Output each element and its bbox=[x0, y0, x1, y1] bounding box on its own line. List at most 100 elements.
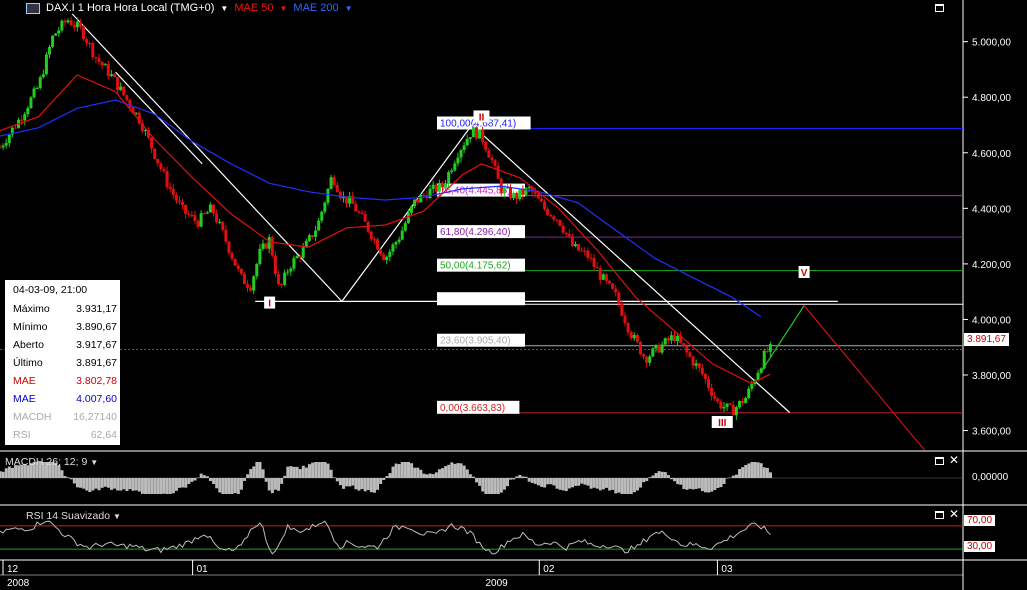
candle-body bbox=[416, 199, 420, 203]
year-label: 2008 bbox=[7, 578, 30, 589]
candle-body bbox=[589, 257, 593, 259]
wave-label: II bbox=[473, 110, 490, 123]
macd-panel-title[interactable]: MACDH 26; 12; 9 ▼ bbox=[5, 456, 98, 468]
candle-body bbox=[335, 184, 339, 193]
candle-body bbox=[397, 239, 401, 243]
macd-bar bbox=[450, 462, 454, 478]
candle-body bbox=[580, 250, 584, 252]
macd-bar bbox=[168, 478, 172, 494]
candle-body bbox=[700, 367, 704, 375]
macd-bar bbox=[710, 478, 714, 492]
candle-body bbox=[703, 374, 707, 379]
macd-bar bbox=[82, 478, 86, 489]
candle-body bbox=[66, 20, 70, 23]
macd-bar bbox=[85, 478, 89, 491]
macd-bar bbox=[592, 478, 596, 488]
fib-level-text: 0,00(3.663,83) bbox=[440, 403, 505, 414]
rsi-close-icon[interactable]: ✕ bbox=[949, 508, 959, 520]
candle-body bbox=[465, 138, 469, 146]
macd-bar bbox=[586, 478, 590, 486]
month-label: 01 bbox=[197, 564, 209, 575]
candle-body bbox=[515, 192, 519, 200]
macd-bar bbox=[332, 477, 336, 478]
maximize-icon[interactable] bbox=[935, 4, 944, 12]
macd-bar bbox=[434, 472, 438, 478]
macd-bar bbox=[734, 474, 738, 478]
candle-body bbox=[648, 356, 652, 363]
info-value: 4.007,60 bbox=[76, 393, 117, 405]
candle-body bbox=[614, 288, 618, 293]
macd-bar bbox=[97, 478, 101, 491]
candle-body bbox=[385, 256, 389, 260]
candle-body bbox=[69, 20, 73, 26]
candle-body bbox=[26, 108, 30, 115]
macd-bar bbox=[270, 478, 274, 494]
info-value: 16,27140 bbox=[73, 411, 117, 423]
price-chart[interactable]: 100,00(4.687,41)76,40(4.445,85)61,80(4.2… bbox=[0, 0, 1027, 590]
macd-bar bbox=[453, 463, 457, 478]
candle-body bbox=[382, 254, 386, 260]
macd-bar bbox=[506, 478, 510, 487]
ma1-dropdown-icon[interactable]: ▼ bbox=[279, 4, 287, 13]
candle-body bbox=[317, 220, 321, 231]
candle-body bbox=[536, 193, 540, 199]
macd-maximize-icon[interactable] bbox=[935, 457, 944, 465]
candle-body bbox=[484, 141, 488, 151]
macd-bar bbox=[243, 478, 247, 481]
candle-body bbox=[422, 195, 426, 197]
macd-bar bbox=[769, 472, 772, 478]
candle-body bbox=[91, 43, 95, 58]
macd-bar bbox=[363, 478, 367, 492]
candle-body bbox=[264, 243, 268, 249]
candle-body bbox=[623, 315, 627, 323]
candle-body bbox=[642, 354, 646, 357]
candle-body bbox=[357, 211, 361, 213]
candle-body bbox=[737, 400, 741, 408]
macd-bar bbox=[694, 478, 698, 489]
candle-body bbox=[586, 250, 590, 258]
candle-body bbox=[672, 335, 676, 342]
macd-bar bbox=[741, 467, 745, 478]
rsi-maximize-icon[interactable] bbox=[935, 511, 944, 519]
macd-bar bbox=[317, 462, 321, 478]
month-label: 03 bbox=[721, 564, 733, 575]
macd-bar bbox=[236, 478, 240, 494]
macd-bar bbox=[376, 478, 380, 490]
macd-bar bbox=[747, 463, 751, 478]
candle-body bbox=[159, 163, 163, 170]
macd-bar bbox=[227, 478, 231, 494]
info-label: RSI bbox=[13, 429, 31, 441]
macd-bar bbox=[651, 475, 655, 478]
candle-body bbox=[165, 171, 169, 187]
ma1-label[interactable]: MAE 50 bbox=[234, 2, 273, 14]
ma2-dropdown-icon[interactable]: ▼ bbox=[345, 4, 353, 13]
macd-bar bbox=[496, 478, 500, 494]
macd-bar bbox=[549, 478, 553, 485]
candle-body bbox=[106, 64, 110, 77]
macd-bar bbox=[552, 478, 556, 486]
info-label: Mínimo bbox=[13, 321, 48, 333]
candle-body bbox=[211, 204, 215, 214]
macd-bar bbox=[471, 476, 475, 478]
price-axis: 3.600,00 3.800,00 4.000,00 4.200,00 4.400,00… bbox=[963, 38, 1011, 438]
ma2-label[interactable]: MAE 200 bbox=[293, 2, 338, 14]
info-value: 3.931,17 bbox=[76, 303, 117, 315]
candle-body bbox=[400, 230, 404, 240]
symbol-dropdown-icon[interactable]: ▼ bbox=[220, 4, 228, 13]
macd-bar bbox=[382, 478, 386, 480]
macd-bar bbox=[311, 462, 315, 478]
candle-body bbox=[267, 237, 271, 249]
macd-bar bbox=[617, 478, 621, 493]
candle-body bbox=[255, 263, 259, 277]
candle-body bbox=[719, 401, 723, 409]
symbol-title[interactable]: DAX.I 1 Hora Hora Local (TMG+0) bbox=[46, 2, 214, 14]
macd-close-icon[interactable]: ✕ bbox=[949, 454, 959, 466]
macd-bar bbox=[753, 462, 757, 478]
macd-bar bbox=[140, 478, 144, 494]
candle-body bbox=[419, 195, 423, 203]
candle-body bbox=[573, 244, 577, 247]
rsi-panel-title[interactable]: RSI 14 Suavizado ▼ bbox=[26, 510, 121, 522]
candle-body bbox=[119, 86, 123, 91]
candle-body bbox=[611, 283, 615, 289]
macd-bar bbox=[642, 478, 646, 483]
